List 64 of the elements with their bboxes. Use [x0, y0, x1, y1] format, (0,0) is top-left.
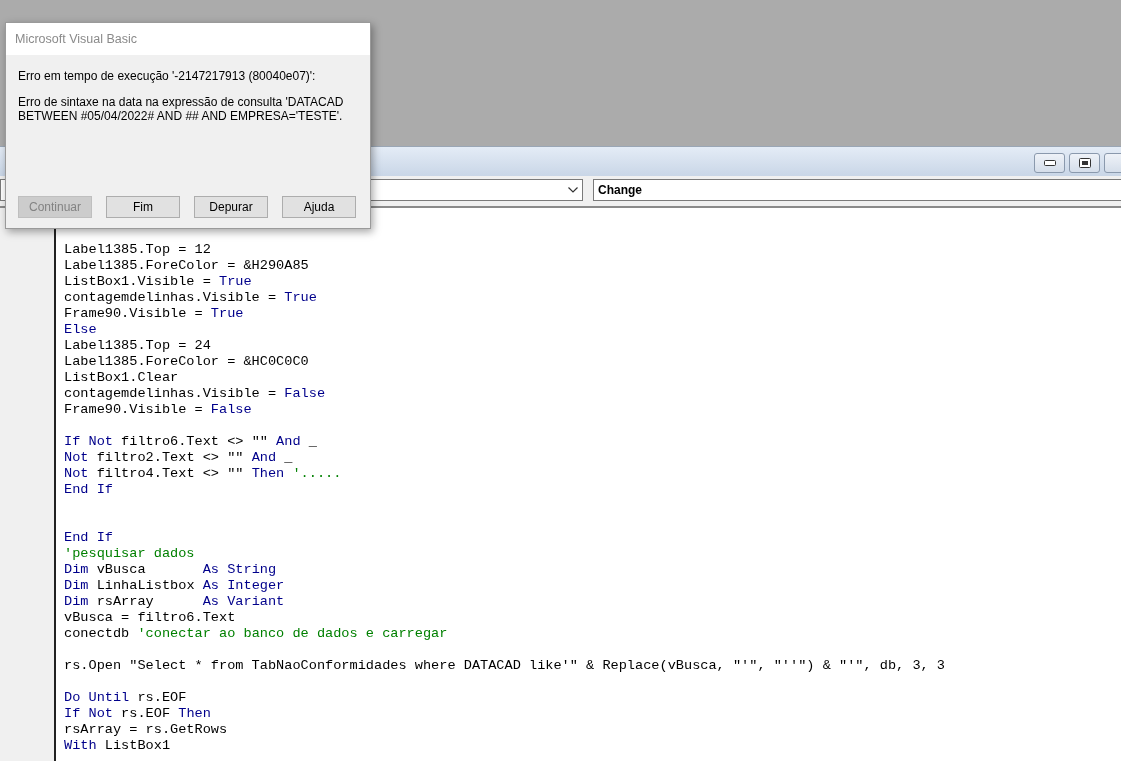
- code-comment: '.....: [291, 466, 342, 481]
- code-text: vBusca = filtro6.Text: [64, 610, 236, 625]
- code-text: rsArray: [95, 594, 155, 609]
- code-keyword: Do Until: [64, 690, 130, 705]
- code-text: Frame90.Visible =: [64, 402, 204, 417]
- error-code-text: Erro em tempo de execução '-2147217913 (80040e07)':: [18, 69, 317, 83]
- code-keyword: Then: [251, 466, 285, 481]
- code-keyword: False: [284, 386, 326, 401]
- code-keyword: Dim: [64, 594, 89, 609]
- code-keyword: And: [276, 434, 301, 449]
- code-keyword: End If: [64, 482, 113, 497]
- code-comment: 'conectar ao banco de dados e carregar: [137, 626, 448, 641]
- error-message: Erro de sintaxe na data na expressão de consulta 'DATACAD BETWEEN #05/04/2022# AND ## AND EMPRESA='TESTE'.: [18, 95, 345, 123]
- dialog-title: Microsoft Visual Basic: [15, 32, 138, 46]
- minimize-button[interactable]: [1034, 153, 1065, 173]
- code-text: conectdb: [64, 626, 131, 641]
- code-text: Label1385.Top = 12: [64, 242, 211, 257]
- code-keyword: With: [64, 738, 97, 753]
- code-keyword: If Not: [64, 706, 113, 721]
- code-text: _: [283, 450, 293, 465]
- procedure-dropdown[interactable]: Change: [593, 179, 1121, 201]
- code-text: contagemdelinhas.Visible =: [64, 386, 278, 401]
- restore-button[interactable]: [1069, 153, 1100, 173]
- code-text: rs.EOF: [120, 706, 172, 721]
- code-keyword: Else: [64, 322, 97, 337]
- code-text: rsArray = rs.GetRows: [64, 722, 228, 737]
- code-keyword: And: [251, 450, 277, 465]
- code-text: rs.EOF: [136, 690, 187, 705]
- dialog-button[interactable]: Fim: [106, 196, 180, 218]
- code-keyword: Then: [178, 706, 211, 721]
- code-text: Frame90.Visible =: [64, 306, 204, 321]
- code-text: LinhaListbox: [95, 578, 196, 593]
- minimize-icon: [1043, 160, 1056, 166]
- code-text: rs.Open "Select * from TabNaoConformidades where DATACAD like'" & Replace(vBusca, "'", "''") & "'", db, 3, 3: [64, 658, 946, 673]
- restore-icon: [1078, 158, 1091, 168]
- code-keyword: If Not: [64, 434, 113, 449]
- dialog-button[interactable]: Depurar: [194, 196, 268, 218]
- code-keyword: End If: [64, 530, 113, 545]
- code-keyword: As String: [202, 562, 277, 577]
- code-text: ListBox1: [103, 738, 171, 753]
- code-comment: 'pesquisar dados: [64, 546, 195, 561]
- code-keyword: True: [284, 290, 317, 305]
- code-text: filtro2.Text <> "": [95, 450, 245, 465]
- code-keyword: Not: [64, 450, 89, 465]
- code-text: ListBox1.Clear: [64, 370, 179, 385]
- code-keyword: Dim: [64, 562, 89, 577]
- chevron-down-icon: [568, 187, 578, 193]
- code-text: filtro6.Text <> "": [120, 434, 269, 449]
- code-keyword: As Variant: [202, 594, 285, 609]
- code-text: ListBox1.Visible =: [64, 274, 212, 289]
- code-text: vBusca: [95, 562, 147, 577]
- code-keyword: As Integer: [202, 578, 285, 593]
- code-keyword: Not: [64, 466, 89, 481]
- code-text: Label1385.ForeColor = &H290A85: [64, 258, 309, 273]
- code-keyword: False: [210, 402, 252, 417]
- code-text: Label1385.Top = 24: [64, 338, 211, 353]
- code-text: Label1385.ForeColor = &HC0C0C0: [64, 354, 309, 369]
- dialog-button[interactable]: Ajuda: [282, 196, 356, 218]
- code-text: filtro4.Text <> "": [95, 466, 245, 481]
- code-text: contagemdelinhas.Visible =: [64, 290, 278, 305]
- code-keyword: Dim: [64, 578, 89, 593]
- code-keyword: True: [210, 306, 244, 321]
- code-keyword: True: [219, 274, 252, 289]
- code-text: _: [307, 434, 317, 449]
